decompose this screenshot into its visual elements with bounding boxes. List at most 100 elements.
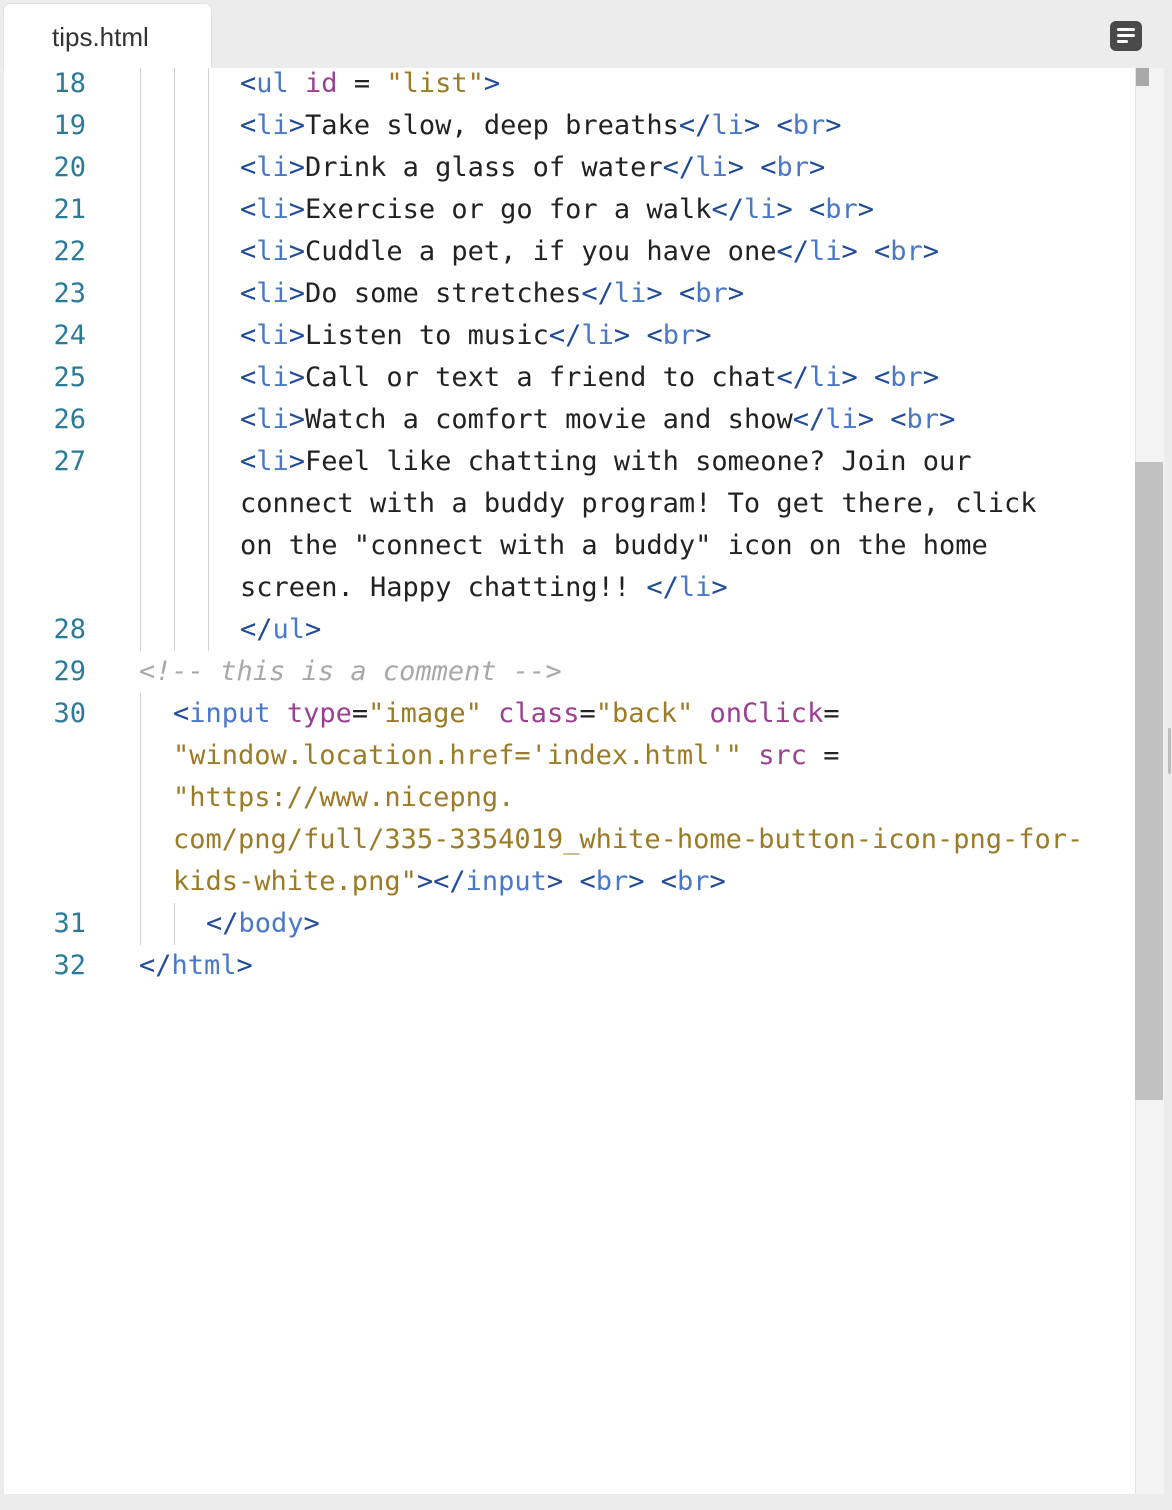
code-line[interactable]: 29 <!-- this is a comment --> xyxy=(4,651,1134,693)
code-token: br xyxy=(595,866,629,897)
code-line[interactable]: 26 <li>Watch a comfort movie and show</li… xyxy=(4,399,1134,441)
code-token: > xyxy=(236,950,253,981)
code-line[interactable]: com/png/full/335-3354019_white-home-butt… xyxy=(4,819,1134,861)
code-text: <li>Exercise or go for a walk</li> <br> xyxy=(240,189,874,231)
line-number: 31 xyxy=(53,908,86,939)
code-text: <li>Cuddle a pet, if you have one</li> <… xyxy=(240,231,939,273)
indent-guide xyxy=(140,357,141,399)
code-token: Feel like chatting with someone? Join ou… xyxy=(305,446,972,477)
indent-guide xyxy=(174,273,175,315)
code-text: "https://www.nicepng. xyxy=(173,777,514,819)
code-token: < xyxy=(890,404,907,435)
file-tab-label: tips.html xyxy=(52,22,149,52)
indent-guide xyxy=(208,567,209,609)
code-line[interactable]: "https://www.nicepng. xyxy=(4,777,1134,819)
indent-guide xyxy=(208,441,209,483)
code-line[interactable]: 18 <ul id = "list"> xyxy=(4,68,1134,105)
code-token: </ xyxy=(240,614,273,645)
code-token: input xyxy=(189,698,271,729)
line-number: 21 xyxy=(53,194,86,225)
code-line[interactable]: on the "connect with a buddy" icon on th… xyxy=(4,525,1134,567)
code-token: = xyxy=(807,740,840,771)
line-number: 32 xyxy=(53,950,86,981)
indent-guide xyxy=(140,609,141,651)
indent-guide xyxy=(140,567,141,609)
code-editor[interactable]: 18 <ul id = "list"> 19 <li>Take slow, deep … xyxy=(4,68,1163,1494)
code-token: li xyxy=(743,194,777,225)
code-token: > xyxy=(483,68,501,99)
code-token: html xyxy=(171,950,237,981)
line-number: 26 xyxy=(53,404,86,435)
code-line[interactable]: screen. Happy chatting!! </li> xyxy=(4,567,1134,609)
code-token: br xyxy=(890,362,923,393)
indent-guide xyxy=(174,567,175,609)
code-line[interactable]: 27 <li>Feel like chatting with someone? J… xyxy=(4,441,1134,483)
code-token: = xyxy=(823,698,840,729)
code-token: > xyxy=(922,362,940,393)
code-line[interactable]: 20 <li>Drink a glass of water</li> <br> xyxy=(4,147,1134,189)
indent-guide xyxy=(174,357,175,399)
code-token: > xyxy=(695,320,712,351)
code-text: "window.location.href='index.html'" src … xyxy=(173,735,840,777)
code-token: "window.location.href='index.html'" xyxy=(173,740,742,771)
code-line[interactable]: 28 </ul> xyxy=(4,609,1134,651)
indent-guide xyxy=(140,231,141,273)
code-token: br xyxy=(906,404,940,435)
indent-guide xyxy=(140,525,141,567)
code-token: ></ xyxy=(416,866,466,897)
indent-guide xyxy=(174,441,175,483)
indent-guide xyxy=(140,105,141,147)
code-line[interactable]: 32 </html> xyxy=(4,945,1134,987)
code-token: < xyxy=(678,278,696,309)
code-line[interactable]: 24 <li>Listen to music</li> <br> xyxy=(4,315,1134,357)
code-line[interactable]: 21 <li>Exercise or go for a walk</li> <br… xyxy=(4,189,1134,231)
code-token: li xyxy=(256,362,289,393)
code-token: > xyxy=(288,362,306,393)
code-token: li xyxy=(581,320,614,351)
code-line[interactable]: 30 <input type="image" class="back" onCli… xyxy=(4,693,1134,735)
code-line[interactable]: 31 </body> xyxy=(4,903,1134,945)
code-text: </ul> xyxy=(240,609,321,651)
indent-guide xyxy=(174,483,175,525)
code-line[interactable]: 22 <li>Cuddle a pet, if you have one</li>… xyxy=(4,231,1134,273)
code-token: </ xyxy=(678,110,712,141)
code-line[interactable]: 25 <li>Call or text a friend to chat</li>… xyxy=(4,357,1134,399)
indent-guide xyxy=(140,441,141,483)
indent-guide xyxy=(174,68,175,105)
indent-guide xyxy=(174,231,175,273)
code-token: li xyxy=(678,572,712,603)
code-token: < xyxy=(240,68,257,99)
code-line[interactable]: 23 <li>Do some stretches</li> <br> xyxy=(4,273,1134,315)
indent-guide xyxy=(174,189,175,231)
code-token: li xyxy=(256,194,289,225)
file-tab[interactable]: tips.html xyxy=(4,4,211,68)
code-token: li xyxy=(256,320,289,351)
code-token: < xyxy=(173,698,190,729)
indent-guide xyxy=(174,609,175,651)
code-token: </ xyxy=(776,362,809,393)
code-token: Do some stretches xyxy=(305,278,582,309)
code-line[interactable]: kids-white.png"></input> <br> <br> xyxy=(4,861,1134,903)
code-line[interactable]: connect with a buddy program! To get the… xyxy=(4,483,1134,525)
code-token: </ xyxy=(548,320,582,351)
code-token: Exercise or go for a walk xyxy=(305,194,712,225)
code-line[interactable]: "window.location.href='index.html'" src … xyxy=(4,735,1134,777)
code-token: screen. Happy chatting!! xyxy=(240,572,647,603)
code-token: = xyxy=(337,68,387,99)
indent-guide xyxy=(140,315,141,357)
code-token: </ xyxy=(776,236,809,267)
scrollbar-thumb[interactable] xyxy=(1135,462,1163,1100)
code-line[interactable]: 19 <li>Take slow, deep breaths</li> <br> xyxy=(4,105,1134,147)
code-text: <li>Take slow, deep breaths</li> <br> xyxy=(240,105,842,147)
code-token: li xyxy=(256,110,289,141)
code-token: li xyxy=(256,278,289,309)
code-token: > xyxy=(546,866,564,897)
code-text: <li>Listen to music</li> <br> xyxy=(240,315,712,357)
code-token: Watch a comfort movie and show xyxy=(305,404,793,435)
lines-menu-icon[interactable] xyxy=(1110,21,1142,51)
indent-guide xyxy=(140,68,141,105)
code-token: > xyxy=(288,110,306,141)
resize-handle[interactable] xyxy=(1168,728,1171,774)
